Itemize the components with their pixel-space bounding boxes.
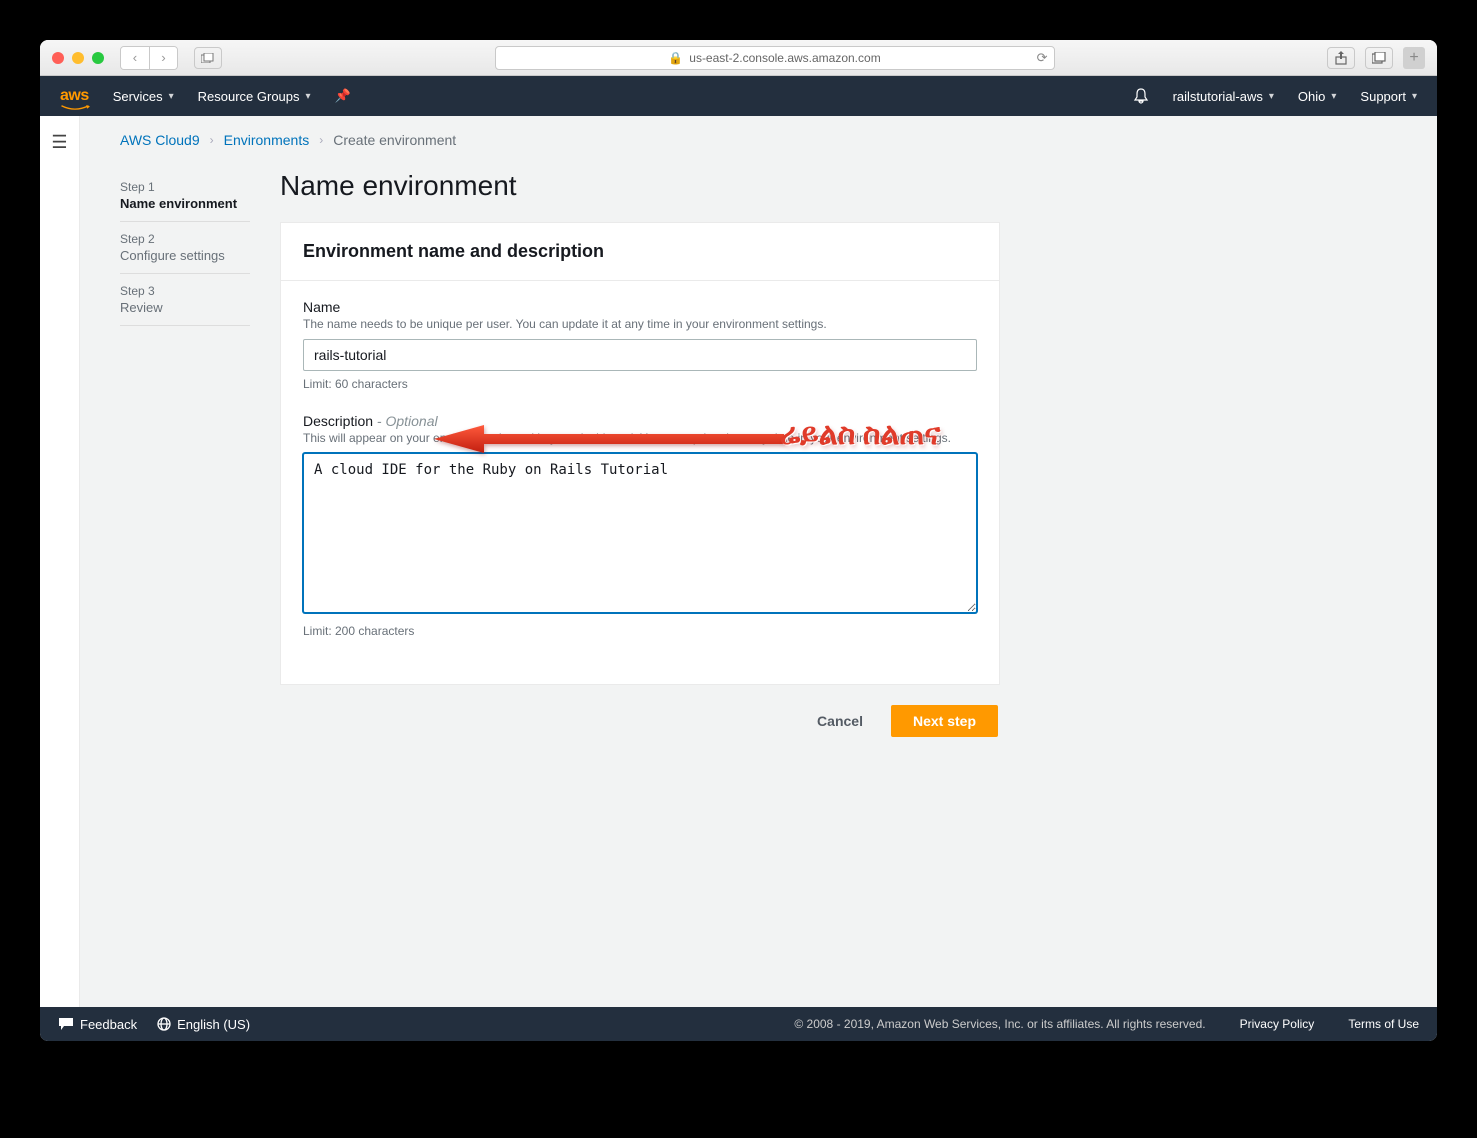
notifications-icon[interactable] xyxy=(1133,88,1149,104)
action-row: Cancel Next step xyxy=(280,705,1000,737)
privacy-policy-link[interactable]: Privacy Policy xyxy=(1240,1017,1315,1031)
step-1[interactable]: Step 1 Name environment xyxy=(120,170,250,222)
cancel-button[interactable]: Cancel xyxy=(803,705,877,737)
description-textarea[interactable] xyxy=(303,453,977,613)
breadcrumb: AWS Cloud9 › Environments › Create envir… xyxy=(80,116,1437,160)
card-header: Environment name and description xyxy=(281,223,999,281)
new-tab-button[interactable]: + xyxy=(1403,47,1425,69)
aws-header: aws Services Resource Groups 📌 railstuto… xyxy=(40,76,1437,116)
footer-legal: © 2008 - 2019, Amazon Web Services, Inc.… xyxy=(794,1017,1205,1031)
share-button[interactable] xyxy=(1327,47,1355,69)
name-hint: The name needs to be unique per user. Yo… xyxy=(303,317,977,331)
region-menu[interactable]: Ohio xyxy=(1298,89,1337,104)
breadcrumb-root[interactable]: AWS Cloud9 xyxy=(120,132,200,148)
nav-buttons: ‹ › xyxy=(120,46,178,70)
side-panel-toggle[interactable]: ☰ xyxy=(51,132,67,1007)
traffic-lights xyxy=(52,52,104,64)
terms-of-use-link[interactable]: Terms of Use xyxy=(1348,1017,1419,1031)
account-menu[interactable]: railstutorial-aws xyxy=(1173,89,1274,104)
pin-icon[interactable]: 📌 xyxy=(335,88,351,104)
language-selector[interactable]: English (US) xyxy=(157,1017,250,1032)
chevron-right-icon: › xyxy=(210,133,214,147)
wizard-steps: Step 1 Name environment Step 2 Configure… xyxy=(120,170,250,737)
aws-logo[interactable]: aws xyxy=(60,87,89,105)
name-limit: Limit: 60 characters xyxy=(303,377,977,391)
name-label: Name xyxy=(303,299,977,315)
step-3: Step 3 Review xyxy=(120,274,250,326)
step-2: Step 2 Configure settings xyxy=(120,222,250,274)
aws-footer: Feedback English (US) © 2008 - 2019, Ama… xyxy=(40,1007,1437,1041)
chevron-right-icon: › xyxy=(319,133,323,147)
lock-icon: 🔒 xyxy=(668,51,683,65)
name-input[interactable] xyxy=(303,339,977,371)
close-window-button[interactable] xyxy=(52,52,64,64)
services-menu[interactable]: Services xyxy=(113,89,174,104)
breadcrumb-environments[interactable]: Environments xyxy=(224,132,310,148)
next-step-button[interactable]: Next step xyxy=(891,705,998,737)
side-panel-collapsed: ☰ xyxy=(40,116,80,1007)
url-host: us-east-2.console.aws.amazon.com xyxy=(689,51,880,65)
browser-window: ‹ › 🔒 us-east-2.console.aws.amazon.com ⟳… xyxy=(40,40,1437,1041)
tabs-button[interactable] xyxy=(1365,47,1393,69)
maximize-window-button[interactable] xyxy=(92,52,104,64)
tab-overview-button[interactable] xyxy=(194,47,222,69)
back-button[interactable]: ‹ xyxy=(121,47,149,69)
main-area: AWS Cloud9 › Environments › Create envir… xyxy=(80,116,1437,1007)
description-hint: This will appear on your environment's c… xyxy=(303,431,977,445)
forward-button[interactable]: › xyxy=(149,47,177,69)
form-card: Environment name and description Name Th… xyxy=(280,222,1000,685)
name-field-group: Name The name needs to be unique per use… xyxy=(303,299,977,391)
resource-groups-menu[interactable]: Resource Groups xyxy=(198,89,311,104)
mac-toolbar: ‹ › 🔒 us-east-2.console.aws.amazon.com ⟳… xyxy=(40,40,1437,76)
page-title: Name environment xyxy=(280,170,1000,202)
description-label: Description - Optional xyxy=(303,413,977,429)
content-area: ☰ i AWS Cloud9 › Environments › Create e… xyxy=(40,116,1437,1007)
breadcrumb-current: Create environment xyxy=(333,132,456,148)
minimize-window-button[interactable] xyxy=(72,52,84,64)
description-limit: Limit: 200 characters xyxy=(303,624,977,638)
description-field-group: Description - Optional This will appear … xyxy=(303,413,977,638)
feedback-button[interactable]: Feedback xyxy=(58,1017,137,1032)
support-menu[interactable]: Support xyxy=(1360,89,1417,104)
reload-icon[interactable]: ⟳ xyxy=(1037,50,1048,66)
url-bar[interactable]: 🔒 us-east-2.console.aws.amazon.com ⟳ xyxy=(495,46,1055,70)
form-column: Name environment Environment name and de… xyxy=(280,170,1000,737)
